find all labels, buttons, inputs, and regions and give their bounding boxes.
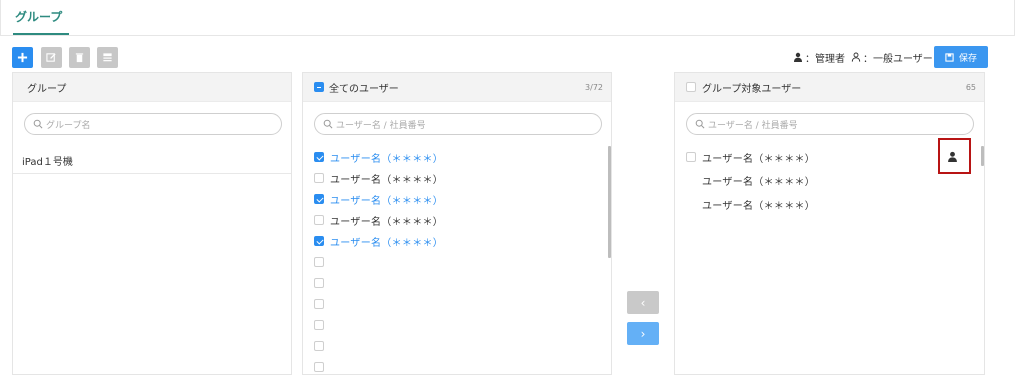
row-checkbox[interactable]	[314, 173, 324, 183]
row-checkbox[interactable]	[686, 152, 696, 162]
group-user-row[interactable]: ユーザー名（＊＊＊＊）	[686, 150, 816, 165]
all-users-row-label: ユーザー名（＊＊＊＊）	[330, 153, 444, 165]
all-users-row[interactable]	[314, 318, 324, 332]
row-checkbox[interactable]	[314, 257, 324, 267]
move-right-button[interactable]: ›	[627, 322, 659, 345]
row-checkbox[interactable]	[314, 320, 324, 330]
all-users-row[interactable]	[314, 297, 324, 311]
general-user-icon	[851, 52, 861, 62]
active-tab-indicator	[13, 33, 69, 35]
plus-icon	[17, 52, 28, 63]
save-icon	[945, 52, 954, 62]
group-panel-title: グループ	[27, 83, 67, 95]
save-button-label: 保存	[958, 53, 977, 64]
row-checkbox[interactable]	[314, 278, 324, 288]
all-users-panel: 全てのユーザー 3/72 ユーザー名 / 社員番号 ユーザー名（＊＊＊＊） ユーザ…	[302, 72, 612, 375]
chevron-right-icon: ›	[640, 326, 646, 341]
group-users-search-input[interactable]: ユーザー名 / 社員番号	[686, 113, 974, 135]
select-all-checkbox[interactable]	[314, 82, 324, 92]
list-icon	[103, 53, 112, 62]
group-users-panel: グループ対象ユーザー 65 ユーザー名 / 社員番号 ユーザー名（＊＊＊＊） ユ…	[674, 72, 985, 375]
all-users-row-label: ユーザー名（＊＊＊＊）	[330, 216, 444, 228]
all-users-row[interactable]: ユーザー名（＊＊＊＊）	[314, 213, 444, 228]
all-users-row[interactable]	[314, 255, 324, 269]
all-users-row[interactable]	[314, 360, 324, 374]
group-list-item[interactable]: iPad１号機	[13, 147, 291, 174]
all-users-search-placeholder: ユーザー名 / 社員番号	[336, 120, 426, 131]
selection-count: 3/72	[585, 83, 603, 92]
row-checkbox[interactable]	[314, 215, 324, 225]
row-checkbox[interactable]	[314, 362, 324, 372]
all-users-search-input[interactable]: ユーザー名 / 社員番号	[314, 113, 602, 135]
all-users-row[interactable]: ユーザー名（＊＊＊＊）	[314, 192, 444, 207]
admin-legend-label: ：管理者	[805, 53, 845, 65]
trash-icon	[75, 53, 84, 63]
list-view-button[interactable]	[97, 47, 118, 68]
all-users-row[interactable]: ユーザー名（＊＊＊＊）	[314, 234, 444, 249]
role-legend: ：管理者 ：一般ユーザー	[793, 50, 933, 65]
group-panel: グループ グループ名 iPad１号機	[12, 72, 292, 375]
group-users-header: グループ対象ユーザー 65	[675, 73, 984, 102]
all-users-title: 全てのユーザー	[329, 83, 399, 95]
group-users-scrollbar[interactable]	[981, 146, 984, 166]
all-users-row-label: ユーザー名（＊＊＊＊）	[330, 174, 444, 186]
group-user-row[interactable]: ユーザー名（＊＊＊＊）	[702, 197, 816, 212]
all-users-scrollbar[interactable]	[608, 146, 611, 258]
all-users-header: 全てのユーザー 3/72	[303, 73, 611, 102]
group-user-label: ユーザー名（＊＊＊＊）	[702, 176, 816, 188]
admin-toggle-highlight[interactable]	[938, 138, 971, 174]
tab-bar: グループ	[0, 0, 1015, 36]
group-search-placeholder: グループ名	[46, 120, 91, 131]
general-legend-label: ：一般ユーザー	[863, 53, 933, 65]
row-checkbox[interactable]	[314, 152, 324, 162]
all-users-row-label: ユーザー名（＊＊＊＊）	[330, 195, 444, 207]
all-users-row-label: ユーザー名（＊＊＊＊）	[330, 237, 444, 249]
group-search-input[interactable]: グループ名	[24, 113, 282, 135]
group-panel-header: グループ	[13, 73, 291, 102]
move-left-button[interactable]: ‹	[627, 291, 659, 314]
edit-icon	[46, 53, 56, 62]
add-group-button[interactable]	[12, 47, 33, 68]
all-users-row[interactable]: ユーザー名（＊＊＊＊）	[314, 171, 444, 186]
group-users-count: 65	[965, 83, 976, 92]
all-users-row[interactable]	[314, 276, 324, 290]
chevron-left-icon: ‹	[640, 295, 646, 310]
admin-user-icon[interactable]	[947, 151, 958, 162]
group-user-label: ユーザー名（＊＊＊＊）	[702, 153, 816, 165]
search-icon	[695, 119, 705, 129]
row-checkbox[interactable]	[314, 299, 324, 309]
all-users-row[interactable]: ユーザー名（＊＊＊＊）	[314, 150, 444, 165]
edit-group-button[interactable]	[41, 47, 62, 68]
row-checkbox[interactable]	[314, 194, 324, 204]
search-icon	[323, 119, 333, 129]
tab-group[interactable]: グループ	[15, 8, 62, 25]
search-icon	[33, 119, 43, 129]
row-checkbox[interactable]	[314, 236, 324, 246]
admin-user-icon	[794, 52, 802, 62]
group-users-select-all-checkbox[interactable]	[686, 82, 696, 92]
group-user-row[interactable]: ユーザー名（＊＊＊＊）	[702, 173, 816, 188]
group-users-search-placeholder: ユーザー名 / 社員番号	[708, 120, 798, 131]
group-users-title: グループ対象ユーザー	[702, 83, 802, 95]
row-checkbox[interactable]	[314, 341, 324, 351]
save-button[interactable]: 保存	[934, 46, 988, 68]
all-users-row[interactable]	[314, 339, 324, 353]
delete-group-button[interactable]	[69, 47, 90, 68]
group-item-label: iPad１号機	[22, 156, 73, 168]
group-user-label: ユーザー名（＊＊＊＊）	[702, 200, 816, 212]
